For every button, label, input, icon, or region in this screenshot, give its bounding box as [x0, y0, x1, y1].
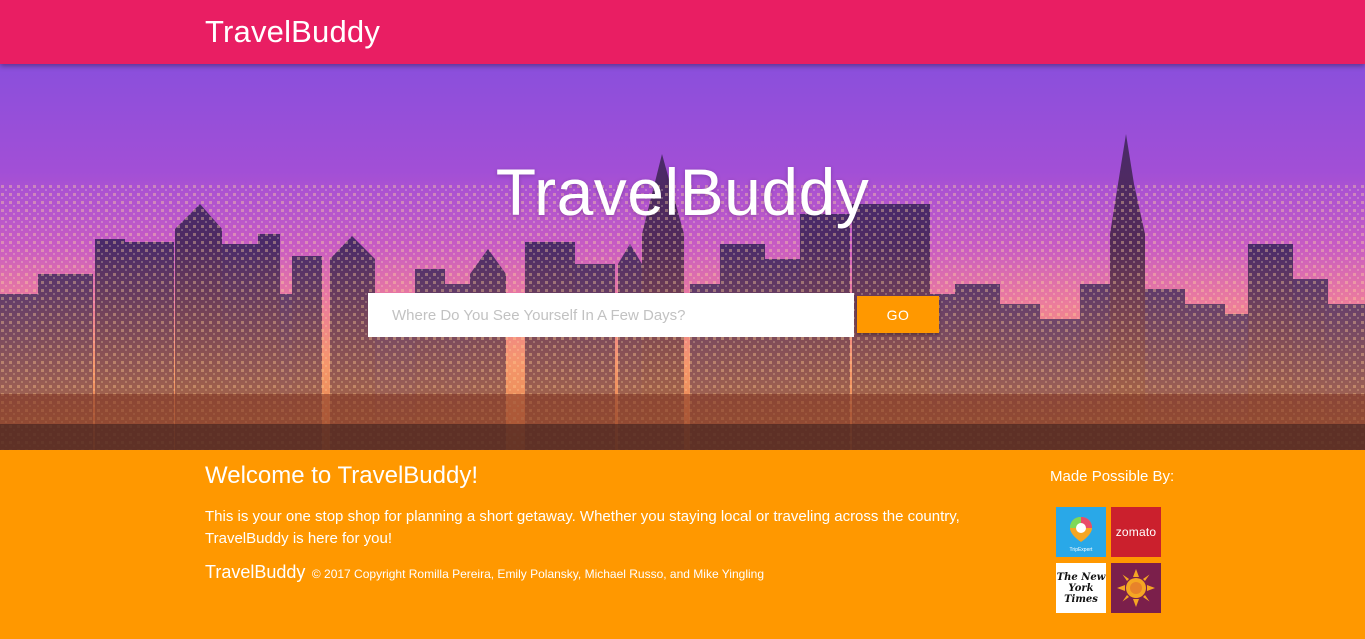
sun-logo-link[interactable]: [1111, 563, 1161, 613]
copyright: TravelBuddy © 2017 Copyright Romilla Per…: [205, 562, 764, 583]
top-navbar: TravelBuddy: [0, 0, 1365, 64]
tripexpert-label: TripExpert: [1069, 547, 1093, 553]
partners-heading: Made Possible By:: [1050, 468, 1175, 485]
sun-icon: [1117, 569, 1155, 607]
hero-banner: TravelBuddy GO: [0, 64, 1365, 450]
page-footer: Welcome to TravelBuddy! This is your one…: [0, 450, 1365, 639]
go-button[interactable]: GO: [857, 296, 939, 333]
nyt-logo-link[interactable]: The New York Times: [1056, 563, 1106, 613]
nyt-logo-text: The New York Times: [1056, 571, 1106, 605]
zomato-logo-text: zomato: [1115, 525, 1157, 539]
navbar-brand-link[interactable]: TravelBuddy: [205, 14, 380, 50]
tripexpert-logo-link[interactable]: TripExpert: [1056, 507, 1106, 557]
copyright-brand: TravelBuddy: [205, 562, 306, 582]
destination-search-input[interactable]: [368, 293, 854, 337]
tripexpert-icon: [1070, 517, 1092, 542]
hero-title: TravelBuddy: [495, 155, 870, 229]
zomato-logo-link[interactable]: zomato: [1111, 507, 1161, 557]
welcome-description: This is your one stop shop for planning …: [205, 508, 960, 547]
copyright-text: © 2017 Copyright Romilla Pereira, Emily …: [311, 567, 764, 581]
welcome-heading: Welcome to TravelBuddy!: [205, 462, 479, 489]
city-skyline-image: [0, 134, 1365, 450]
